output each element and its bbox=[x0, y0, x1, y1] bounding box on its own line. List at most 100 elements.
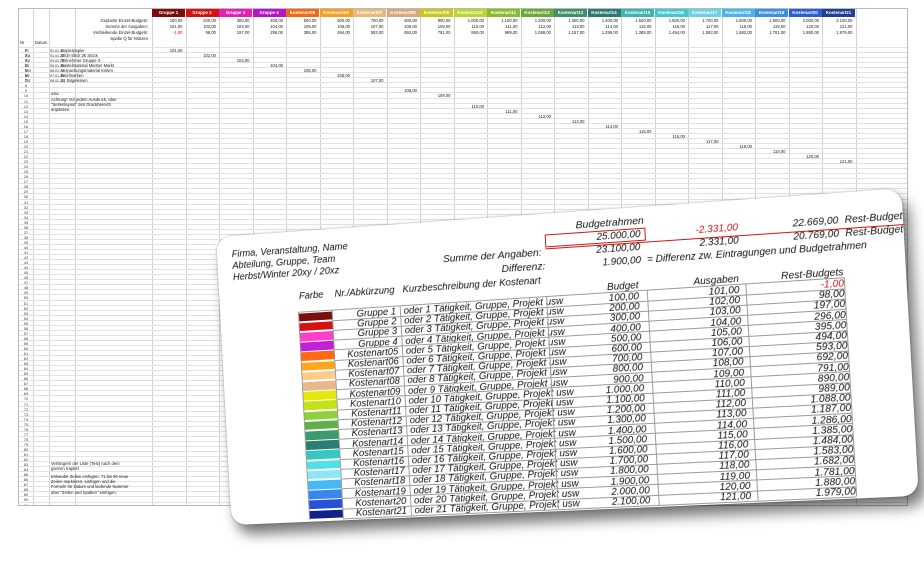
rest-plan-label: Rest-Budget plan bbox=[844, 209, 919, 227]
sheet-row-line bbox=[19, 188, 907, 190]
sheet-entry-value: 101,00 bbox=[169, 48, 183, 53]
color-swatch bbox=[299, 330, 334, 342]
sheet-header-21: Kostenart21 bbox=[822, 9, 855, 17]
sheet-remaining-cell: 791,00 bbox=[437, 30, 451, 35]
sheet-row-line bbox=[19, 122, 907, 124]
sheet-entry-value: 102,00 bbox=[203, 53, 216, 59]
sheet-remaining-cell: 197,00 bbox=[236, 30, 250, 35]
sheet-entry-value: 121,00 bbox=[839, 159, 853, 165]
sheet-note: Verlängern der Liste (Test) nach dem gan… bbox=[51, 461, 120, 472]
col-header-nr: Nr./Abkürzung bbox=[334, 285, 395, 300]
color-swatch bbox=[300, 360, 335, 371]
sheet-remaining-cell: 692,00 bbox=[404, 30, 417, 35]
sheet-entry-value: 119,00 bbox=[773, 149, 786, 154]
sheet-header-12: Kostenart12 bbox=[520, 9, 554, 17]
sheet-header-20: Kostenart20 bbox=[788, 9, 822, 17]
color-swatch bbox=[308, 509, 343, 520]
sheet-row-line bbox=[19, 193, 907, 195]
col-header-farbe: Farbe bbox=[298, 289, 324, 303]
sheet-row-line bbox=[19, 87, 907, 89]
sheet-header-19: Kostenart19 bbox=[755, 9, 788, 17]
sheet-entry-value: 104,00 bbox=[270, 63, 283, 69]
sheet-row-line bbox=[19, 67, 907, 69]
sheet-header-14: Kostenart14 bbox=[587, 9, 621, 17]
color-swatch bbox=[302, 390, 337, 401]
sheet-remaining-cell: 395,00 bbox=[303, 30, 317, 35]
sheet-row-line bbox=[19, 137, 907, 139]
sheet-remaining-cell: 1.484,00 bbox=[668, 30, 685, 35]
sheet-entry-value: 106,00 bbox=[337, 73, 350, 79]
sheet-header-5: Kostenart05 bbox=[286, 9, 319, 17]
sheet-remaining-cell: 1.088,00 bbox=[534, 30, 551, 35]
sheet-row-line bbox=[19, 158, 907, 160]
sheet-entry-value: 105,00 bbox=[303, 68, 317, 74]
color-swatch bbox=[308, 499, 343, 510]
sheet-remaining-cell: 989,00 bbox=[504, 30, 518, 35]
sheet-note: Entweder Zeilen einfügen: 71 bis 90 neue… bbox=[51, 474, 129, 495]
sheet-entry-value: 111,00 bbox=[505, 108, 518, 114]
sheet-entry-value: 116,00 bbox=[672, 133, 686, 139]
sheet-header-15: Kostenart15 bbox=[621, 9, 654, 17]
sheet-remaining-cell: 593,00 bbox=[370, 30, 384, 35]
sheet-remaining-cell: 1.781,00 bbox=[769, 30, 786, 35]
sheet-row-line bbox=[19, 77, 907, 79]
color-swatch bbox=[301, 380, 336, 391]
sheet-row-line bbox=[19, 57, 907, 59]
sheet-entry-value: 108,00 bbox=[404, 88, 417, 94]
color-swatch bbox=[299, 340, 334, 352]
sheet-col-nr: Nr bbox=[20, 40, 25, 45]
sheet-note: Achtung! Vor jedem Ausdruck, über "Seite… bbox=[51, 97, 117, 113]
sheet-entry-value: 107,00 bbox=[370, 78, 384, 84]
sheet-header-13: Kostenart13 bbox=[554, 9, 587, 17]
sheet-row-text: 21 Bügeleisen bbox=[61, 78, 88, 84]
zoomed-overview-wrapper: Firma, Veranstaltung, Name Abteilung, Gr… bbox=[216, 188, 924, 540]
sheet-remaining-cell: 890,00 bbox=[471, 30, 484, 35]
sheet-row-line bbox=[19, 62, 907, 64]
sheet-row-line bbox=[19, 97, 907, 99]
sheet-entry-value: 110,00 bbox=[471, 103, 485, 109]
sheet-row-line bbox=[19, 168, 907, 170]
sheet-header-1: Gruppe 1 bbox=[152, 9, 185, 17]
sheet-remaining-cell: 1.682,00 bbox=[735, 30, 752, 35]
sheet-row-line bbox=[19, 92, 907, 94]
sheet-header-6: Kostenart06 bbox=[319, 9, 353, 17]
sheet-row-line bbox=[19, 117, 907, 119]
color-swatch bbox=[303, 420, 339, 431]
sheet-remaining-cell: 494,00 bbox=[337, 30, 350, 35]
sheet-remaining-cell: 1.583,00 bbox=[702, 30, 719, 35]
differenz-label: Differenz: bbox=[501, 260, 546, 276]
sheet-header-2: Gruppe 2 bbox=[185, 9, 219, 17]
color-swatch bbox=[301, 370, 336, 381]
sheet-header-7: Kostenart07 bbox=[353, 9, 386, 17]
sheet-remaining-cell: 1.979,00 bbox=[836, 30, 853, 35]
zoomed-overview-panel: Firma, Veranstaltung, Name Abteilung, Gr… bbox=[216, 188, 919, 526]
color-swatch bbox=[303, 410, 338, 421]
sheet-remaining-cell: 1.385,00 bbox=[635, 30, 652, 35]
color-swatch bbox=[298, 321, 333, 332]
sheet-entry-value: 113,00 bbox=[572, 118, 585, 124]
sheet-row-line bbox=[19, 132, 907, 134]
color-swatch bbox=[306, 469, 341, 480]
color-swatch bbox=[298, 311, 333, 322]
sheet-remaining-cell: 1.880,00 bbox=[802, 30, 819, 35]
color-swatch bbox=[302, 400, 337, 411]
sheet-row-line bbox=[19, 163, 907, 165]
sheet-header-4: Gruppe 4 bbox=[252, 9, 286, 17]
color-swatch bbox=[306, 459, 341, 470]
sheet-note: usw. bbox=[51, 91, 60, 96]
sheet-row-number: 91 bbox=[23, 502, 29, 506]
sheet-remaining-cell: 1.286,00 bbox=[601, 30, 618, 35]
color-swatch bbox=[300, 350, 335, 362]
sheet-row-line bbox=[19, 142, 907, 144]
sheet-header-10: Kostenart10 bbox=[453, 9, 487, 17]
sheet-remaining-cell: 98,00 bbox=[205, 30, 216, 35]
sheet-row-line bbox=[19, 112, 907, 114]
sheet-header-17: Kostenart17 bbox=[688, 9, 721, 17]
sheet-row-line bbox=[19, 173, 907, 175]
sheet-col-datum: Datum bbox=[35, 40, 48, 45]
sheet-entry-value: 120,00 bbox=[806, 154, 819, 160]
sheet-row-line bbox=[19, 72, 907, 74]
sheet-entry-value: 112,00 bbox=[538, 113, 552, 119]
sheet-remaining-cell: 296,00 bbox=[270, 30, 283, 35]
sheet-entry-value: 118,00 bbox=[739, 143, 753, 149]
